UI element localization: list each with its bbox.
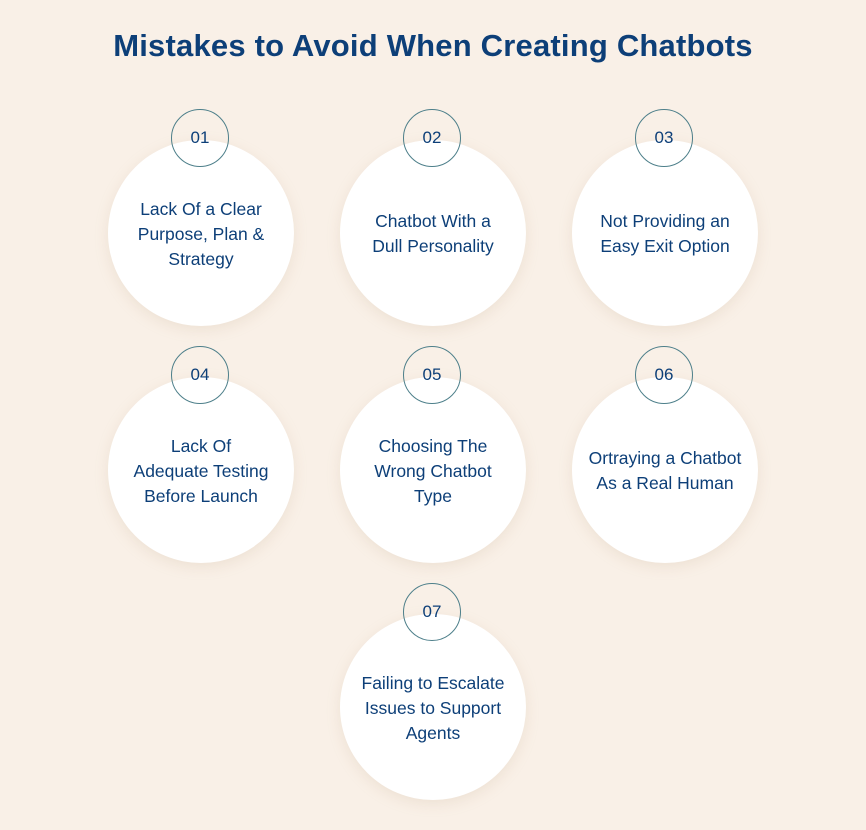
page-title: Mistakes to Avoid When Creating Chatbots (113, 28, 753, 63)
mistake-item-05: Choosing The Wrong Chatbot Type 05 (340, 346, 526, 563)
mistake-circle: Not Providing an Easy Exit Option (572, 140, 758, 326)
mistake-text: Lack Of Adequate Testing Before Launch (133, 435, 269, 506)
mistake-circle: Ortraying a Chatbot As a Real Human (572, 377, 758, 563)
mistake-item-03: Not Providing an Easy Exit Option 03 (572, 109, 758, 326)
mistake-item-07: Failing to Escalate Issues to Support Ag… (340, 583, 526, 800)
mistake-text: Ortraying a Chatbot As a Real Human (588, 448, 742, 493)
mistake-circle: Choosing The Wrong Chatbot Type (340, 377, 526, 563)
number-badge: 03 (635, 109, 693, 167)
mistake-text: Failing to Escalate Issues to Support Ag… (361, 672, 505, 743)
mistake-item-06: Ortraying a Chatbot As a Real Human 06 (572, 346, 758, 563)
mistake-circle: Lack Of Adequate Testing Before Launch (108, 377, 294, 563)
mistake-item-01: Lack Of a Clear Purpose, Plan & Strategy… (108, 109, 294, 326)
mistake-item-04: Lack Of Adequate Testing Before Launch 0… (108, 346, 294, 563)
mistake-text: Lack Of a Clear Purpose, Plan & Strategy (137, 198, 265, 269)
number-badge: 02 (403, 109, 461, 167)
mistake-text: Not Providing an Easy Exit Option (600, 211, 730, 256)
number-badge: 04 (171, 346, 229, 404)
mistake-text: Chatbot With a Dull Personality (372, 211, 494, 256)
mistake-circle: Failing to Escalate Issues to Support Ag… (340, 614, 526, 800)
number-badge: 01 (171, 109, 229, 167)
number-badge: 07 (403, 583, 461, 641)
mistake-circle: Lack Of a Clear Purpose, Plan & Strategy (108, 140, 294, 326)
number-badge: 05 (403, 346, 461, 404)
mistake-circle: Chatbot With a Dull Personality (340, 140, 526, 326)
mistake-text: Choosing The Wrong Chatbot Type (374, 435, 492, 506)
mistake-item-02: Chatbot With a Dull Personality 02 (340, 109, 526, 326)
number-badge: 06 (635, 346, 693, 404)
